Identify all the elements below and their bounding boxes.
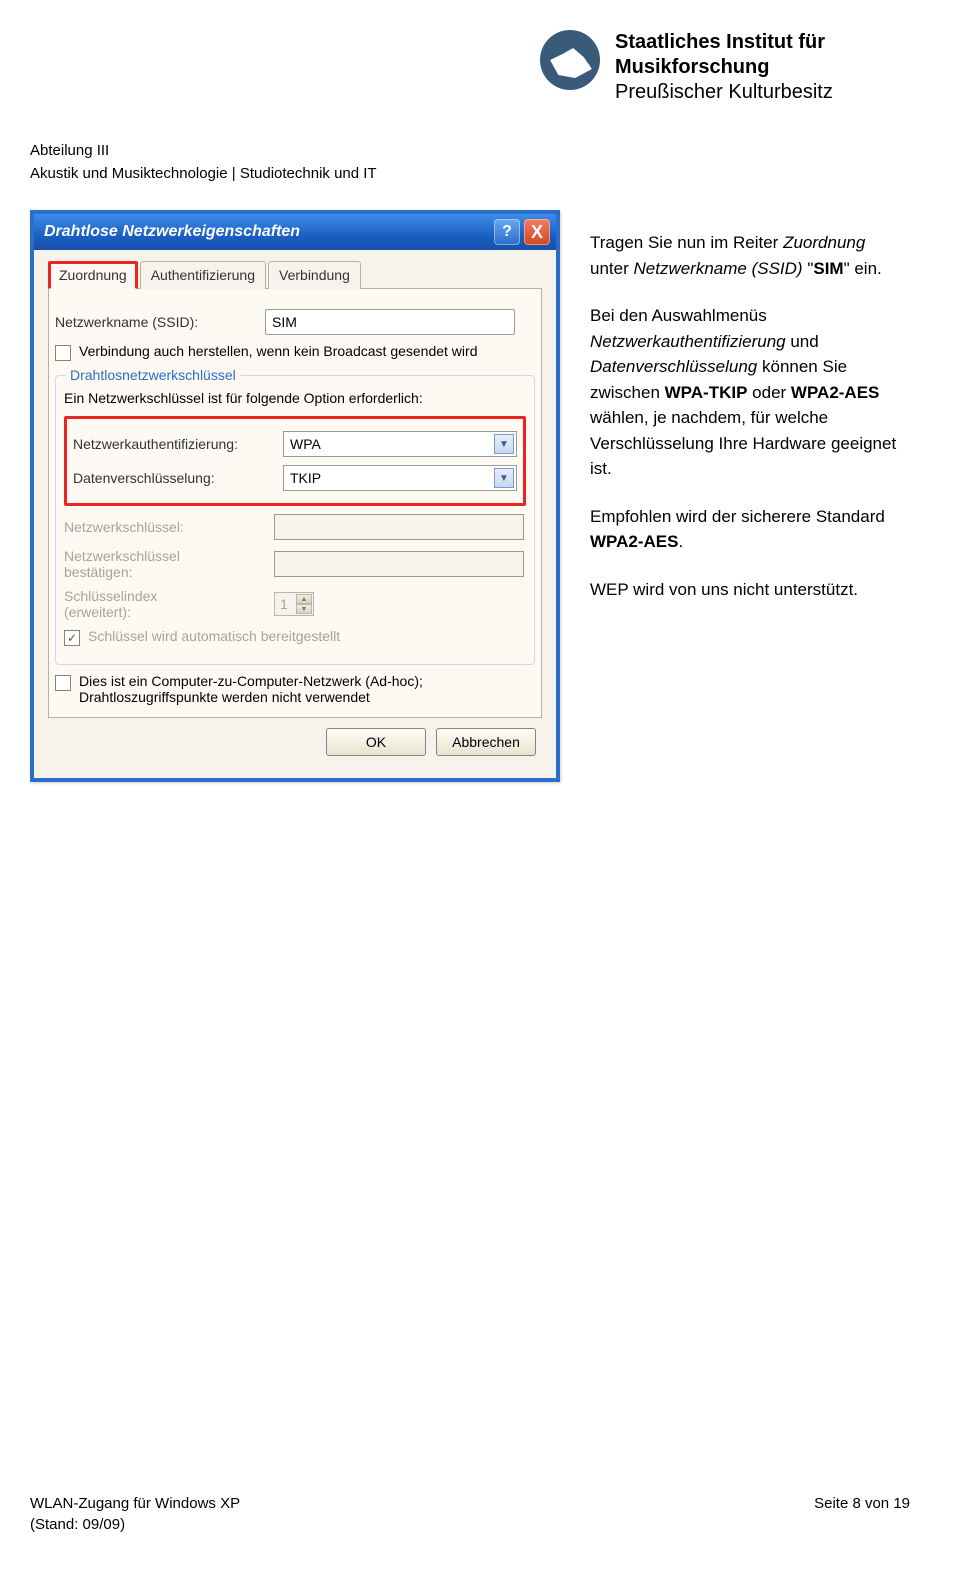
ok-button[interactable]: OK: [326, 728, 426, 756]
auth-select[interactable]: WPA ▼: [283, 431, 517, 457]
help-icon: ?: [502, 223, 512, 241]
footer-left: WLAN-Zugang für Windows XP (Stand: 09/09…: [30, 1493, 240, 1535]
org-logo-block: Staatliches Institut für Musikforschung …: [540, 30, 833, 105]
autokey-checkbox: ✓: [64, 630, 80, 646]
adhoc-checkbox[interactable]: [55, 675, 71, 691]
ssid-input[interactable]: SIM: [265, 309, 515, 335]
eagle-icon: [540, 30, 600, 90]
tab-strip: Zuordnung Authentifizierung Verbindung: [48, 260, 542, 289]
cancel-button[interactable]: Abbrechen: [436, 728, 536, 756]
adhoc-label: Dies ist ein Computer-zu-Computer-Netzwe…: [79, 673, 423, 705]
enc-select[interactable]: TKIP ▼: [283, 465, 517, 491]
department-block: Abteilung III Akustik und Musiktechnolog…: [30, 140, 377, 185]
page-header: Staatliches Institut für Musikforschung …: [0, 0, 960, 200]
chevron-down-icon: ▼: [494, 434, 514, 454]
key-index-spinner: 1 ▲▼: [274, 592, 314, 616]
dept-line1: Abteilung III: [30, 140, 377, 163]
org-line2: Musikforschung: [615, 55, 833, 80]
tab-zuordnung[interactable]: Zuordnung: [48, 261, 138, 289]
org-line1: Staatliches Institut für: [615, 30, 833, 55]
org-name: Staatliches Institut für Musikforschung …: [615, 30, 833, 105]
close-icon: X: [531, 222, 543, 243]
key-input: [274, 514, 524, 540]
key-index-label: Schlüsselindex (erweitert):: [64, 588, 274, 620]
tab-authentifizierung[interactable]: Authentifizierung: [140, 261, 266, 289]
tab-verbindung[interactable]: Verbindung: [268, 261, 361, 289]
fieldset-legend: Drahtlosnetzwerkschlüssel: [66, 367, 240, 383]
auth-label: Netzwerkauthentifizierung:: [73, 436, 283, 452]
key-confirm-label: Netzwerkschlüssel bestätigen:: [64, 548, 274, 580]
broadcast-checkbox[interactable]: [55, 345, 71, 361]
instruction-p3: Empfohlen wird der sicherere Standard WP…: [590, 504, 900, 555]
auth-enc-highlight: Netzwerkauthentifizierung: WPA ▼ Datenve…: [64, 416, 526, 506]
instruction-p2: Bei den Auswahlmenüs Netzwerkauthentifiz…: [590, 303, 900, 482]
page-footer: WLAN-Zugang für Windows XP (Stand: 09/09…: [30, 1493, 910, 1535]
dialog-titlebar[interactable]: Drahtlose Netzwerkeigenschaften ? X: [34, 214, 556, 250]
key-label: Netzwerkschlüssel:: [64, 519, 274, 535]
autokey-label: Schlüssel wird automatisch bereitgestell…: [88, 628, 340, 644]
form-area: Netzwerkname (SSID): SIM Verbindung auch…: [48, 289, 542, 718]
main-content: Drahtlose Netzwerkeigenschaften ? X Zuor…: [0, 200, 960, 792]
enc-label: Datenverschlüsselung:: [73, 470, 283, 486]
broadcast-label: Verbindung auch herstellen, wenn kein Br…: [79, 343, 477, 359]
dialog-title: Drahtlose Netzwerkeigenschaften: [44, 223, 300, 241]
help-button[interactable]: ?: [494, 219, 520, 245]
key-required-text: Ein Netzwerkschlüssel ist für folgende O…: [64, 390, 526, 406]
dept-line2: Akustik und Musiktechnologie | Studiotec…: [30, 163, 377, 186]
chevron-down-icon: ▼: [494, 468, 514, 488]
wireless-key-fieldset: Drahtlosnetzwerkschlüssel Ein Netzwerksc…: [55, 375, 535, 665]
ssid-label: Netzwerkname (SSID):: [55, 314, 265, 330]
org-line3: Preußischer Kulturbesitz: [615, 80, 833, 105]
wireless-properties-dialog: Drahtlose Netzwerkeigenschaften ? X Zuor…: [30, 210, 560, 782]
footer-page: Seite 8 von 19: [814, 1493, 910, 1535]
close-button[interactable]: X: [524, 219, 550, 245]
instruction-p1: Tragen Sie nun im Reiter Zuordnung unter…: [590, 230, 900, 281]
instruction-text: Tragen Sie nun im Reiter Zuordnung unter…: [590, 210, 900, 782]
instruction-p4: WEP wird von uns nicht unterstützt.: [590, 577, 900, 603]
key-confirm-input: [274, 551, 524, 577]
